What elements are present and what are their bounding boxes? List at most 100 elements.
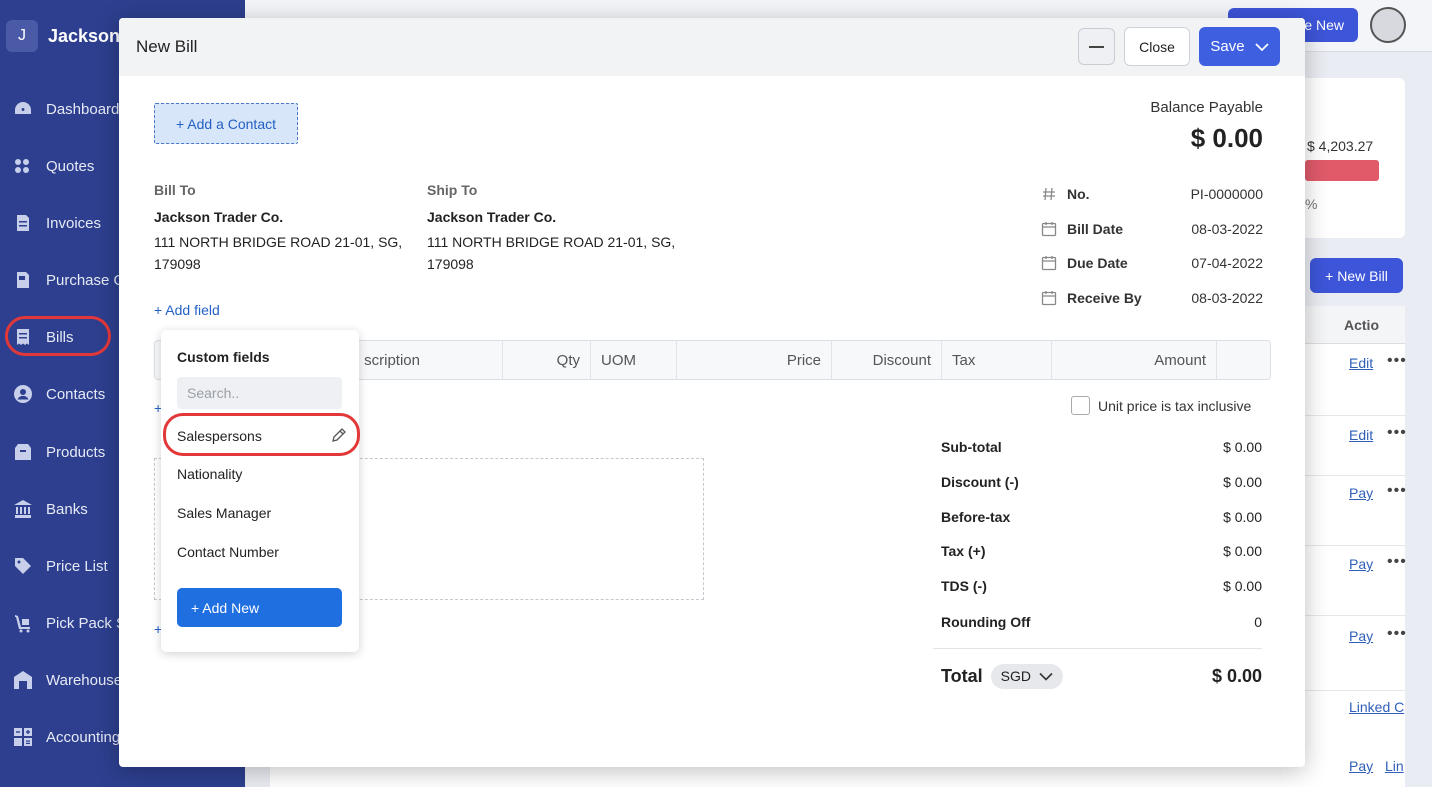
sidebar-item-label: Dashboard — [46, 100, 120, 118]
sidebar-item-accounting[interactable]: Accounting — [12, 722, 120, 752]
row-edit-link[interactable]: Edit — [1349, 427, 1373, 443]
sidebar-item-label: Banks — [46, 500, 88, 518]
summary-value: $ 0.00 — [1223, 578, 1262, 594]
column-price: Price — [677, 341, 832, 379]
accounting-icon — [12, 726, 34, 748]
calendar-icon — [1041, 290, 1067, 306]
quote-icon — [12, 155, 34, 177]
bank-icon — [12, 498, 34, 520]
sidebar-item-contacts[interactable]: Contacts — [12, 379, 105, 409]
sidebar-item-purchase-orders[interactable]: Purchase O — [12, 265, 125, 295]
bill-number-row[interactable]: No. PI-0000000 — [1041, 183, 1263, 205]
user-avatar[interactable] — [1370, 7, 1406, 43]
meta-label: Due Date — [1067, 255, 1128, 271]
receive-by-row[interactable]: Receive By 08-03-2022 — [1041, 287, 1263, 309]
calendar-icon — [1041, 255, 1067, 271]
meta-value: 08-03-2022 — [1191, 290, 1263, 306]
row-pay-link[interactable]: Pay — [1349, 485, 1373, 501]
sidebar-item-pick-pack[interactable]: Pick Pack S — [12, 608, 126, 638]
highlight-ring — [5, 316, 111, 356]
meta-label: Receive By — [1067, 290, 1142, 306]
summary-label: TDS (-) — [941, 578, 987, 594]
org-avatar: J — [6, 20, 38, 52]
summary-amount: $ 4,203.27 — [1307, 138, 1374, 154]
modal-title: New Bill — [136, 37, 198, 56]
balance-value: $ 0.00 — [1190, 123, 1263, 153]
row-linked-link[interactable]: Lin — [1385, 758, 1404, 774]
ship-to-name: Jackson Trader Co. — [427, 209, 557, 225]
minus-icon — [1089, 45, 1104, 48]
tax-inclusive-toggle[interactable]: Unit price is tax inclusive — [1071, 396, 1251, 415]
invoice-icon — [12, 212, 34, 234]
row-linked-link[interactable]: Linked C — [1349, 699, 1404, 715]
bill-to-heading: Bill To — [154, 182, 196, 198]
before-tax-row: Before-tax $ 0.00 — [941, 509, 1262, 525]
row-more-icon[interactable]: ••• — [1387, 625, 1407, 643]
tds-row: TDS (-) $ 0.00 — [941, 578, 1262, 594]
row-more-icon[interactable]: ••• — [1387, 482, 1407, 500]
due-date-row[interactable]: Due Date 07-04-2022 — [1041, 252, 1263, 274]
sidebar-item-label: Warehouse — [46, 671, 123, 689]
custom-field-contact-number[interactable]: Contact Number — [177, 544, 347, 560]
chevron-down-icon[interactable] — [1254, 42, 1269, 52]
currency-select[interactable]: SGD — [990, 663, 1064, 689]
summary-divider — [933, 648, 1262, 649]
summary-value: $ 0.00 — [1223, 509, 1262, 525]
tax-inclusive-label: Unit price is tax inclusive — [1098, 397, 1252, 414]
row-more-icon[interactable]: ••• — [1387, 352, 1407, 370]
add-contact-button[interactable]: + Add a Contact — [154, 103, 298, 144]
sidebar-item-banks[interactable]: Banks — [12, 494, 88, 524]
summary-label: Tax (+) — [941, 543, 986, 559]
sidebar-item-label: Products — [46, 443, 106, 461]
org-switcher[interactable]: J Jackson — [6, 20, 120, 52]
sidebar-item-invoices[interactable]: Invoices — [12, 208, 101, 238]
add-new-field-button[interactable]: + Add New — [177, 588, 342, 627]
tax-inclusive-checkbox[interactable] — [1071, 396, 1090, 415]
summary-bar — [1305, 160, 1379, 181]
column-tax: Tax — [942, 341, 1052, 379]
modal-header: New Bill Close Save — [119, 18, 1305, 76]
row-divider — [1305, 690, 1405, 691]
summary-value[interactable]: 0 — [1254, 614, 1262, 630]
ship-to-heading: Ship To — [427, 182, 478, 198]
meta-value: 07-04-2022 — [1191, 255, 1263, 271]
sidebar-item-label: Purchase O — [46, 271, 126, 289]
sidebar-item-products[interactable]: Products — [12, 437, 105, 467]
custom-field-sales-manager[interactable]: Sales Manager — [177, 505, 347, 521]
close-button[interactable]: Close — [1124, 27, 1190, 66]
currency-value: SGD — [1000, 668, 1032, 684]
summary-label: Before-tax — [941, 509, 1011, 525]
custom-field-search-input[interactable] — [177, 377, 342, 409]
add-field-link[interactable]: + Add field — [154, 302, 220, 318]
sidebar-item-dashboard[interactable]: Dashboard — [12, 94, 119, 124]
summary-value: $ 0.00 — [1223, 543, 1262, 559]
new-bill-button[interactable]: + New Bill — [1310, 258, 1403, 293]
row-more-icon[interactable]: ••• — [1387, 424, 1407, 442]
row-divider — [1305, 415, 1405, 416]
summary-label: Discount (-) — [941, 474, 1019, 490]
minimize-button[interactable] — [1078, 28, 1115, 65]
contact-icon — [12, 383, 34, 405]
highlight-ring — [163, 413, 360, 456]
sidebar-item-quotes[interactable]: Quotes — [12, 151, 94, 181]
sidebar-item-price-list[interactable]: Price List — [12, 551, 108, 581]
save-button[interactable]: Save — [1199, 27, 1280, 66]
row-divider — [1305, 475, 1405, 476]
row-pay-link[interactable]: Pay — [1349, 556, 1373, 572]
sidebar-item-warehouse[interactable]: Warehouse — [12, 665, 122, 695]
subtotal-row: Sub-total $ 0.00 — [941, 439, 1262, 455]
row-pay-link[interactable]: Pay — [1349, 758, 1373, 774]
meta-value: 08-03-2022 — [1191, 221, 1263, 237]
custom-field-label: Nationality — [177, 466, 243, 482]
sidebar-item-label: Accounting — [46, 728, 121, 746]
sidebar-item-label: Pick Pack S — [46, 614, 127, 632]
custom-field-nationality[interactable]: Nationality — [177, 466, 347, 482]
row-pay-link[interactable]: Pay — [1349, 628, 1373, 644]
column-qty: Qty — [503, 341, 591, 379]
bill-to-name: Jackson Trader Co. — [154, 209, 284, 225]
pick-pack-icon — [12, 612, 34, 634]
bill-date-row[interactable]: Bill Date 08-03-2022 — [1041, 218, 1263, 240]
row-edit-link[interactable]: Edit — [1349, 355, 1373, 371]
row-more-icon[interactable]: ••• — [1387, 553, 1407, 571]
dropdown-title: Custom fields — [177, 349, 270, 365]
